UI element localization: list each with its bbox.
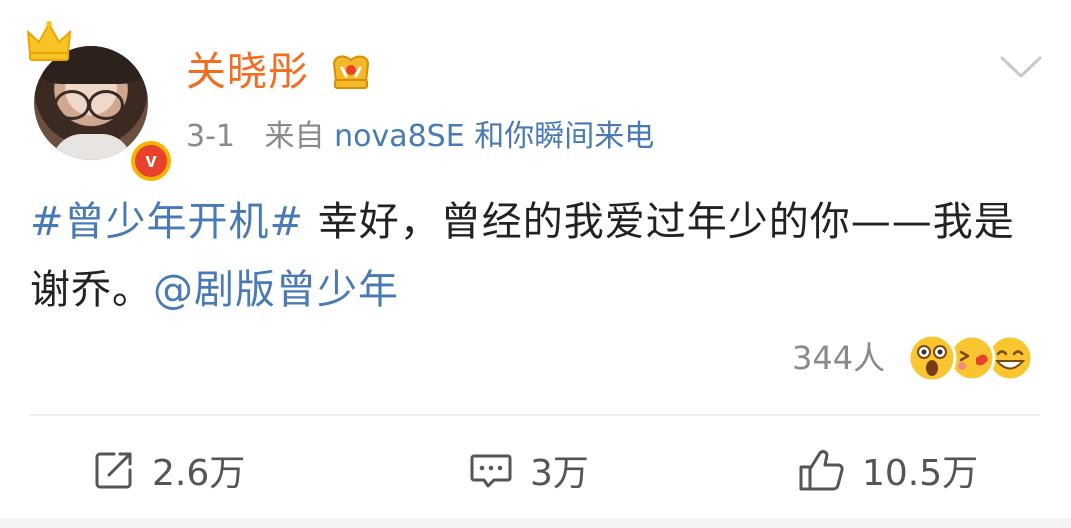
- comment-button[interactable]: 3万: [468, 440, 589, 500]
- vip-crown-icon: [26, 21, 72, 61]
- reaction-count[interactable]: 344人: [792, 336, 885, 380]
- divider: [30, 414, 1040, 416]
- repost-icon: [95, 452, 132, 489]
- post-date: 3-1: [186, 119, 235, 154]
- repost-button[interactable]: 2.6万: [92, 440, 245, 500]
- post-meta: 3-1 来自 nova8SE 和你瞬间来电: [186, 112, 654, 162]
- repost-count: 2.6万: [152, 453, 246, 494]
- chevron-down-icon[interactable]: [998, 52, 1044, 82]
- verified-badge-mark: v: [135, 145, 167, 177]
- mention-link[interactable]: @剧版曾少年: [153, 267, 399, 313]
- weibo-post-card: v 关晓彤 3-1 来自 nova8SE 和你瞬间来电 #曾少年开机# 幸好，曾…: [0, 0, 1071, 528]
- reaction-emojis[interactable]: [906, 330, 1036, 386]
- thumbs-up-icon: [799, 450, 844, 491]
- like-count: 10.5万: [862, 453, 979, 494]
- source-prefix: 来自: [264, 119, 325, 154]
- verified-badge-icon: v: [128, 138, 174, 184]
- surprised-emoji-icon: [907, 333, 957, 383]
- source-device-link[interactable]: nova8SE 和你瞬间来电: [334, 119, 654, 154]
- like-button[interactable]: 10.5万: [798, 440, 978, 500]
- username[interactable]: 关晓彤: [186, 44, 309, 100]
- avatar-group[interactable]: v: [24, 20, 174, 184]
- kiss-emoji-icon: [948, 334, 996, 382]
- member-crown-icon[interactable]: [328, 50, 374, 92]
- comment-count: 3万: [530, 453, 589, 494]
- post-content: #曾少年开机# 幸好，曾经的我爱过年少的你——我是谢乔。@剧版曾少年: [30, 188, 1040, 324]
- bottom-separator: [0, 518, 1071, 528]
- comment-icon: [470, 454, 512, 488]
- hashtag-link[interactable]: #曾少年开机#: [30, 199, 304, 245]
